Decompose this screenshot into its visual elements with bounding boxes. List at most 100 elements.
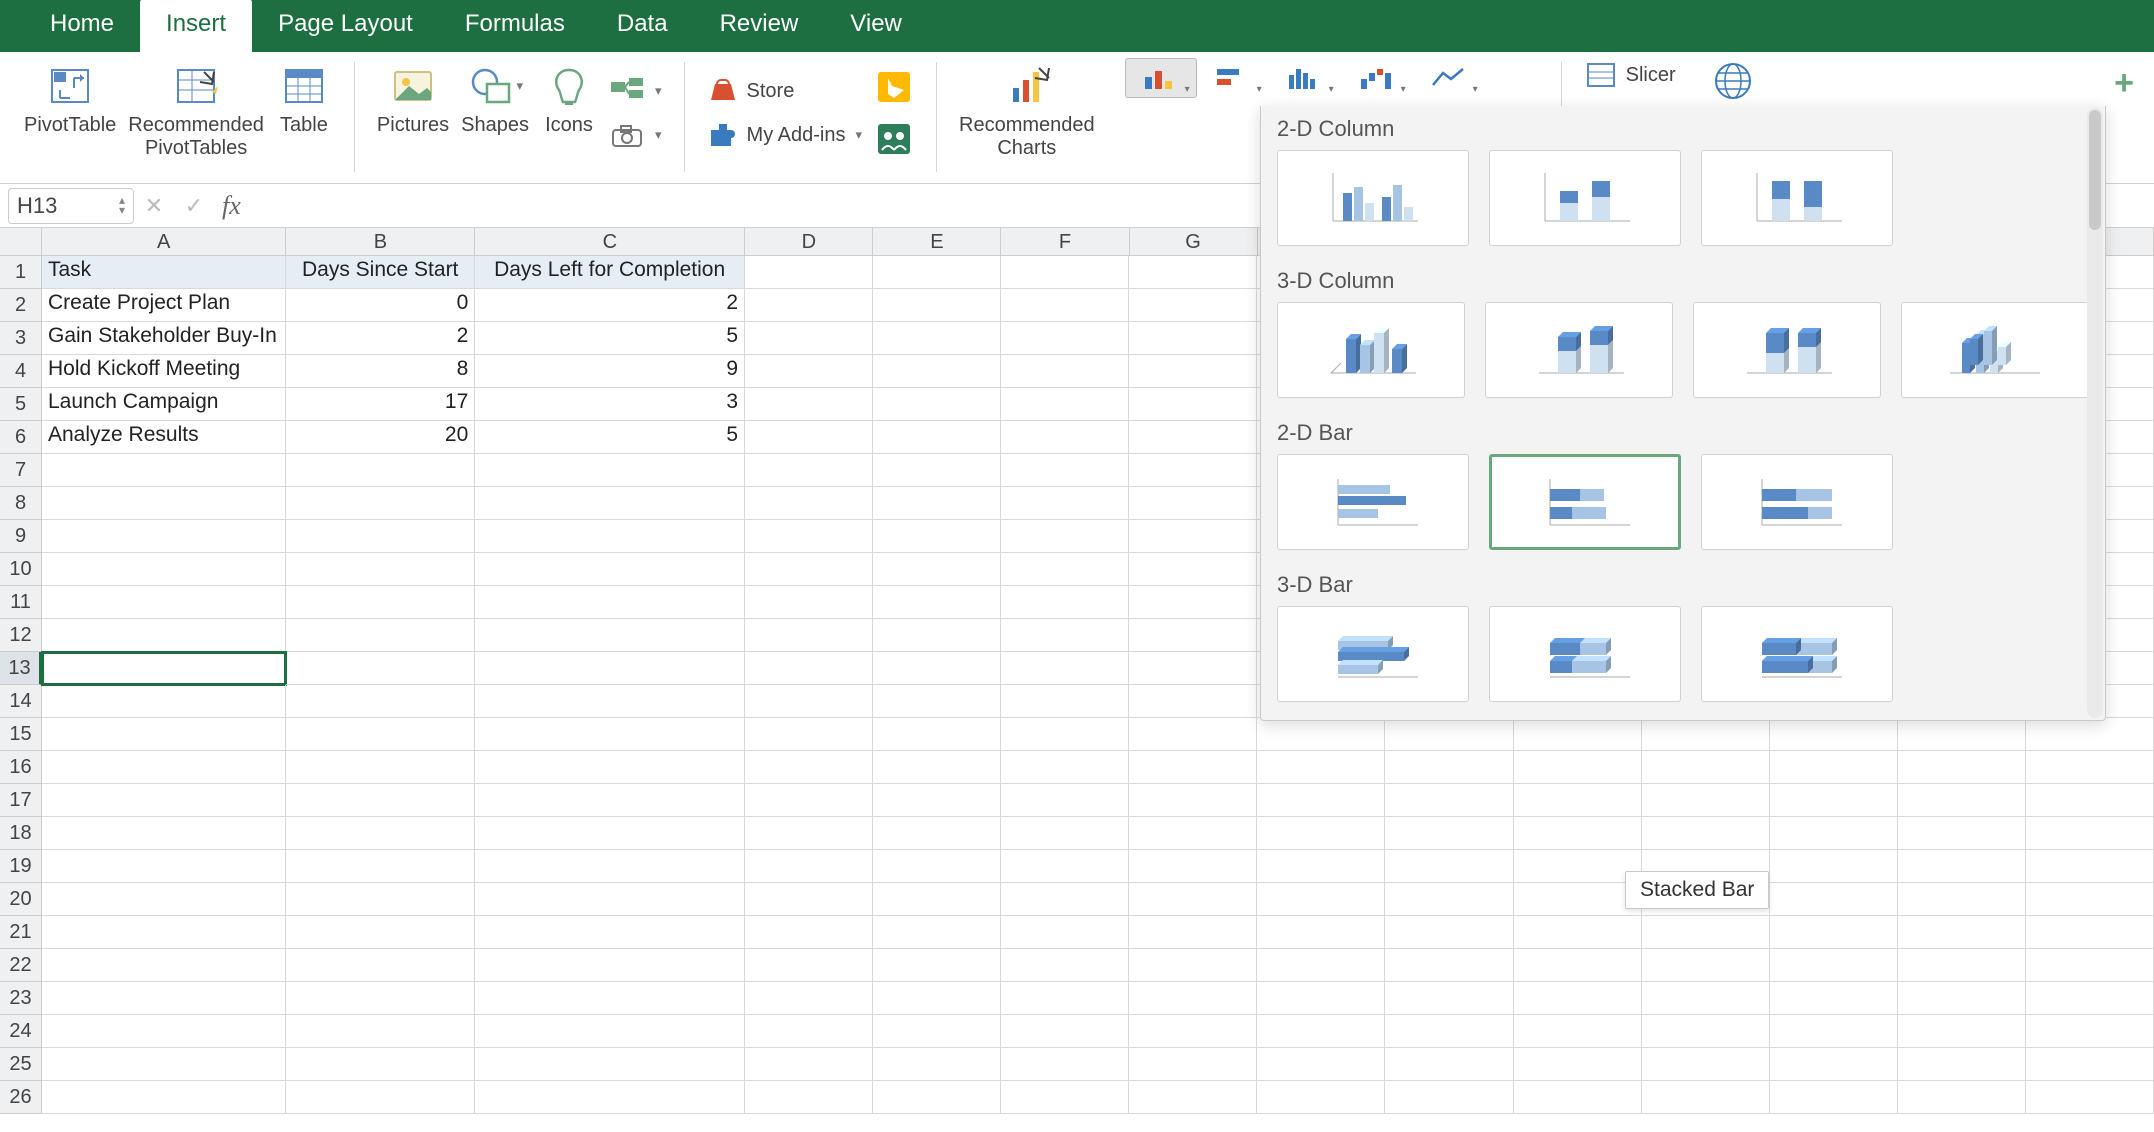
- cell-F9[interactable]: [1001, 520, 1129, 553]
- name-box[interactable]: H13 ▴▾: [8, 188, 134, 224]
- cell-K22[interactable]: [1642, 949, 1770, 982]
- cell-E4[interactable]: [873, 355, 1001, 388]
- chart-option-3d-100-stacked-bar[interactable]: [1701, 606, 1893, 702]
- cell-D10[interactable]: [745, 553, 873, 586]
- cell-H19[interactable]: [1257, 850, 1385, 883]
- cell-E20[interactable]: [873, 883, 1001, 916]
- row-header-9[interactable]: 9: [0, 520, 42, 553]
- cell-N15[interactable]: [2026, 718, 2154, 751]
- store-button[interactable]: Store: [701, 74, 868, 108]
- col-header-F[interactable]: F: [1001, 228, 1129, 256]
- cell-L22[interactable]: [1770, 949, 1898, 982]
- bar-chart-dropdown[interactable]: ▾: [1197, 58, 1269, 98]
- cell-B15[interactable]: [286, 718, 475, 751]
- cell-D4[interactable]: [745, 355, 873, 388]
- cell-C1[interactable]: Days Left for Completion: [475, 256, 745, 289]
- cell-C20[interactable]: [475, 883, 745, 916]
- cell-I26[interactable]: [1385, 1081, 1513, 1114]
- cell-D8[interactable]: [745, 487, 873, 520]
- cell-H16[interactable]: [1257, 751, 1385, 784]
- row-header-17[interactable]: 17: [0, 784, 42, 817]
- cell-N24[interactable]: [2026, 1015, 2154, 1048]
- cell-E9[interactable]: [873, 520, 1001, 553]
- cell-D12[interactable]: [745, 619, 873, 652]
- histogram-dropdown[interactable]: ▾: [1269, 58, 1341, 98]
- cell-K15[interactable]: [1642, 718, 1770, 751]
- cell-C25[interactable]: [475, 1048, 745, 1081]
- cell-F15[interactable]: [1001, 718, 1129, 751]
- cell-D19[interactable]: [745, 850, 873, 883]
- row-header-15[interactable]: 15: [0, 718, 42, 751]
- cell-E25[interactable]: [873, 1048, 1001, 1081]
- cell-J19[interactable]: [1514, 850, 1642, 883]
- chart-option-3d-stacked-bar[interactable]: [1489, 606, 1681, 702]
- row-header-21[interactable]: 21: [0, 916, 42, 949]
- cell-G11[interactable]: [1129, 586, 1257, 619]
- cell-C6[interactable]: 5: [475, 421, 745, 454]
- cell-B23[interactable]: [286, 982, 475, 1015]
- bing-maps-button[interactable]: [868, 66, 920, 108]
- row-header-5[interactable]: 5: [0, 388, 42, 421]
- col-header-B[interactable]: B: [286, 228, 475, 256]
- cell-N22[interactable]: [2026, 949, 2154, 982]
- cell-J26[interactable]: [1514, 1081, 1642, 1114]
- cell-F12[interactable]: [1001, 619, 1129, 652]
- cell-A25[interactable]: [42, 1048, 286, 1081]
- cell-F18[interactable]: [1001, 817, 1129, 850]
- cell-G23[interactable]: [1129, 982, 1257, 1015]
- cell-A18[interactable]: [42, 817, 286, 850]
- cell-F3[interactable]: [1001, 322, 1129, 355]
- cell-A13[interactable]: [42, 652, 286, 685]
- cell-D13[interactable]: [745, 652, 873, 685]
- cell-C23[interactable]: [475, 982, 745, 1015]
- cell-C5[interactable]: 3: [475, 388, 745, 421]
- col-header-G[interactable]: G: [1130, 228, 1258, 256]
- chart-option-3d-column[interactable]: [1901, 302, 2089, 398]
- cell-M25[interactable]: [1898, 1048, 2026, 1081]
- add-button[interactable]: +: [2102, 58, 2146, 109]
- cell-D1[interactable]: [745, 256, 873, 289]
- cell-A11[interactable]: [42, 586, 286, 619]
- cell-E14[interactable]: [873, 685, 1001, 718]
- cell-L16[interactable]: [1770, 751, 1898, 784]
- row-header-1[interactable]: 1: [0, 256, 42, 289]
- cell-A3[interactable]: Gain Stakeholder Buy-In: [42, 322, 286, 355]
- cell-A5[interactable]: Launch Campaign: [42, 388, 286, 421]
- cell-F8[interactable]: [1001, 487, 1129, 520]
- cell-C19[interactable]: [475, 850, 745, 883]
- cell-D14[interactable]: [745, 685, 873, 718]
- cell-B10[interactable]: [286, 553, 475, 586]
- cell-H26[interactable]: [1257, 1081, 1385, 1114]
- cell-G6[interactable]: [1129, 421, 1257, 454]
- row-header-26[interactable]: 26: [0, 1081, 42, 1114]
- screenshot-button[interactable]: ▾: [603, 118, 668, 152]
- cell-E22[interactable]: [873, 949, 1001, 982]
- cell-A20[interactable]: [42, 883, 286, 916]
- cell-D26[interactable]: [745, 1081, 873, 1114]
- cell-A22[interactable]: [42, 949, 286, 982]
- cell-A26[interactable]: [42, 1081, 286, 1114]
- cell-C7[interactable]: [475, 454, 745, 487]
- ribbon-tab-page-layout[interactable]: Page Layout: [252, 0, 439, 52]
- cell-D7[interactable]: [745, 454, 873, 487]
- cell-F4[interactable]: [1001, 355, 1129, 388]
- cell-G13[interactable]: [1129, 652, 1257, 685]
- cell-G4[interactable]: [1129, 355, 1257, 388]
- cell-G12[interactable]: [1129, 619, 1257, 652]
- cell-E12[interactable]: [873, 619, 1001, 652]
- cell-K23[interactable]: [1642, 982, 1770, 1015]
- cell-A16[interactable]: [42, 751, 286, 784]
- row-header-22[interactable]: 22: [0, 949, 42, 982]
- cell-B8[interactable]: [286, 487, 475, 520]
- cell-N17[interactable]: [2026, 784, 2154, 817]
- cell-B17[interactable]: [286, 784, 475, 817]
- people-graph-button[interactable]: [868, 118, 920, 160]
- ribbon-tab-insert[interactable]: Insert: [140, 0, 252, 52]
- row-header-25[interactable]: 25: [0, 1048, 42, 1081]
- cell-I20[interactable]: [1385, 883, 1513, 916]
- row-header-18[interactable]: 18: [0, 817, 42, 850]
- cell-D21[interactable]: [745, 916, 873, 949]
- cell-E18[interactable]: [873, 817, 1001, 850]
- cell-G24[interactable]: [1129, 1015, 1257, 1048]
- row-header-16[interactable]: 16: [0, 751, 42, 784]
